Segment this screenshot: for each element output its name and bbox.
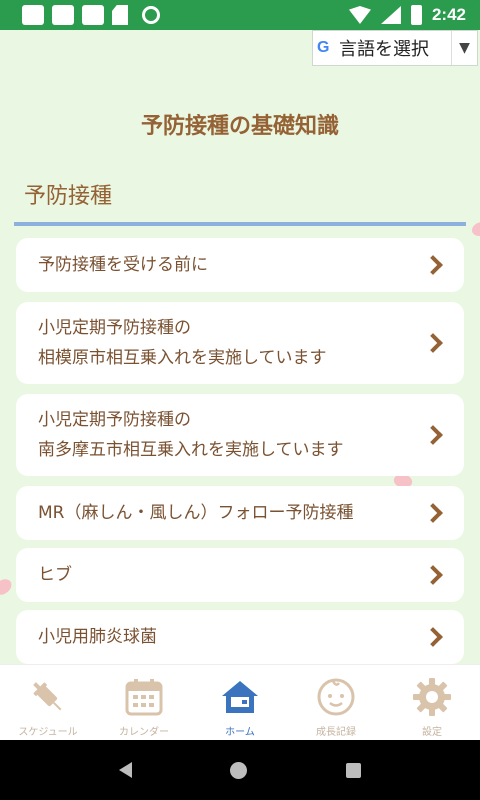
tab-growth-record[interactable]: 成長記録: [288, 665, 384, 740]
syringe-icon: [28, 677, 68, 717]
notification-icon: [52, 5, 74, 25]
chevron-right-icon: [423, 627, 443, 647]
petal-decoration: [472, 222, 480, 236]
menu-item-label: 予防接種を受ける前に: [38, 255, 208, 275]
calendar-icon: [124, 677, 164, 717]
tab-label: カレンダー: [119, 727, 169, 738]
google-icon: G: [317, 39, 330, 56]
tab-label: 成長記録: [316, 727, 356, 738]
menu-item-label: MR（麻しん・風しん）フォロー予防接種: [38, 503, 354, 523]
menu-item-minamitama[interactable]: 小児定期予防接種の 南多摩五市相互乗入れを実施しています: [16, 394, 464, 476]
home-icon: [220, 677, 260, 717]
language-select-label: 言語を選択: [339, 39, 429, 60]
section-title: 予防接種: [24, 184, 113, 209]
notification-icon: [22, 5, 44, 25]
chevron-right-icon: [423, 425, 443, 445]
circle-icon: [142, 6, 160, 24]
chevron-right-icon: [423, 565, 443, 585]
chevron-right-icon: [423, 503, 443, 523]
notification-icon: [82, 5, 104, 25]
tab-home[interactable]: ホーム: [192, 665, 288, 740]
tab-schedule[interactable]: スケジュール: [0, 665, 96, 740]
notification-icons: [22, 5, 160, 25]
back-button[interactable]: [119, 762, 133, 778]
status-time: 2:42: [431, 5, 466, 24]
signal-icon: [380, 6, 401, 24]
menu-item-mr-follow[interactable]: MR（麻しん・風しん）フォロー予防接種: [16, 486, 464, 540]
tab-label: スケジュール: [18, 727, 78, 738]
chevron-right-icon: [423, 333, 443, 353]
tab-label: ホーム: [225, 727, 255, 738]
menu-item-label: 小児定期予防接種の 相模原市相互乗入れを実施しています: [38, 318, 327, 368]
tab-settings[interactable]: 設定: [384, 665, 480, 740]
language-select[interactable]: G 言語を選択 ▼: [312, 30, 478, 66]
system-home-button[interactable]: [230, 761, 248, 779]
menu-item-hib[interactable]: ヒブ: [16, 548, 464, 602]
section-divider: [14, 222, 466, 226]
menu-item-label: 小児用肺炎球菌: [38, 627, 157, 647]
battery-icon: [410, 5, 422, 25]
tab-label: 設定: [422, 727, 442, 738]
menu-item-sagamihara[interactable]: 小児定期予防接種の 相模原市相互乗入れを実施しています: [16, 302, 464, 384]
system-navigation-bar: [0, 740, 480, 800]
bottom-navigation: スケジュール カレンダー ホーム 成長記録 設定: [0, 664, 480, 740]
gear-icon: [412, 677, 452, 717]
page-title: 予防接種の基礎知識: [140, 114, 339, 139]
menu-item-before-vaccination[interactable]: 予防接種を受ける前に: [16, 238, 464, 292]
status-bar: 2:42: [0, 0, 480, 30]
petal-decoration: [0, 577, 14, 597]
dropdown-arrow-icon: ▼: [451, 31, 477, 65]
chevron-right-icon: [423, 255, 443, 275]
tab-calendar[interactable]: カレンダー: [96, 665, 192, 740]
menu-item-pneumococcal[interactable]: 小児用肺炎球菌: [16, 610, 464, 664]
recent-apps-button[interactable]: [345, 762, 361, 778]
wifi-icon: [348, 6, 371, 24]
menu-item-label: ヒブ: [38, 565, 72, 585]
menu-item-label: 小児定期予防接種の 南多摩五市相互乗入れを実施しています: [38, 410, 344, 460]
baby-face-icon: [316, 677, 356, 717]
sd-card-icon: [112, 5, 128, 25]
